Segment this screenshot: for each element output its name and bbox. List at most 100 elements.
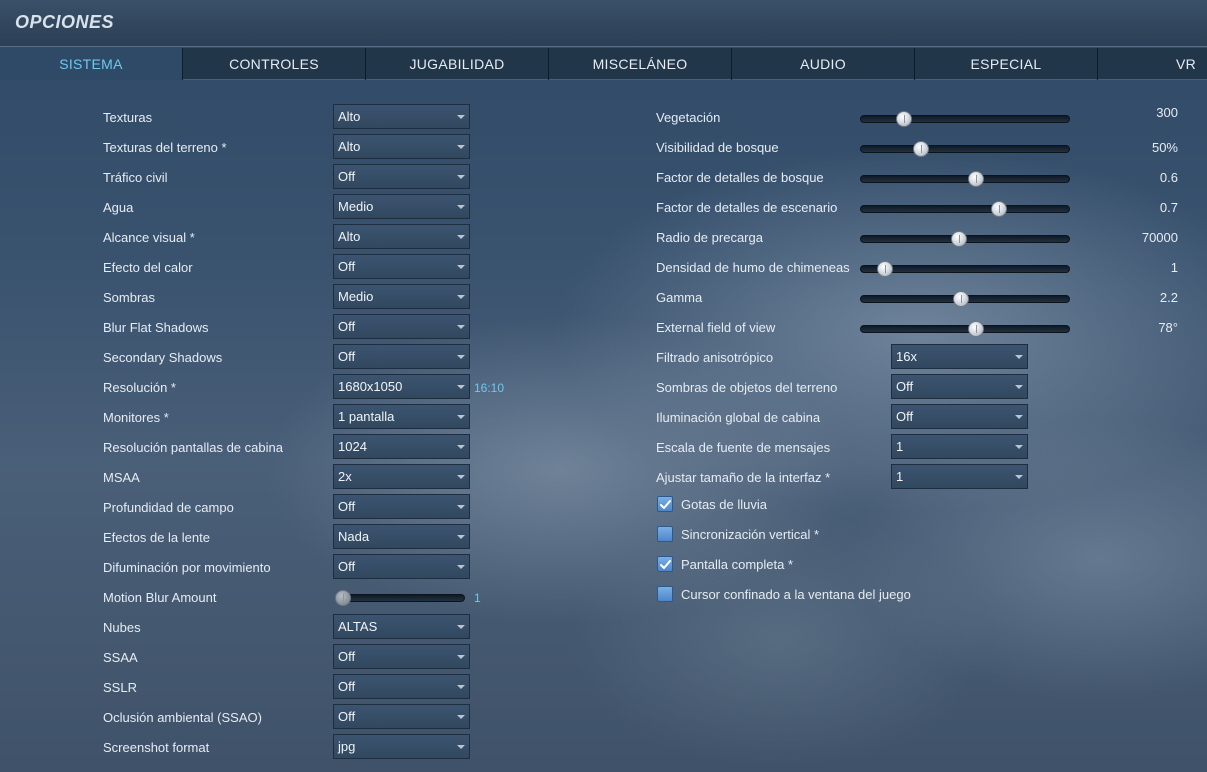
screenshot-format-select[interactable]: jpg (333, 734, 470, 759)
filtrado-anisotropico-select[interactable]: 16x (891, 344, 1028, 369)
tab-controles[interactable]: CONTROLES (183, 48, 366, 80)
slider-knob[interactable] (912, 141, 929, 157)
slider-knob[interactable] (896, 111, 913, 127)
escala-de-fuente-de-mensajes-select[interactable]: 1 (891, 434, 1028, 459)
select-value: Off (338, 169, 356, 184)
tab-especial[interactable]: ESPECIAL (915, 48, 1098, 80)
nubes-select[interactable]: ALTAS (333, 614, 470, 639)
ajustar-tamano-de-la-interfaz-select[interactable]: 1 (891, 464, 1028, 489)
label-ssaa: SSAA (103, 650, 138, 665)
efecto-del-calor-select[interactable]: Off (333, 254, 470, 279)
visibilidad-de-bosque-slider[interactable] (860, 141, 1070, 157)
sombras-select[interactable]: Medio (333, 284, 470, 309)
tab-bar: SISTEMA CONTROLES JUGABILIDAD MISCELÁNEO… (0, 48, 1207, 80)
alcance-visual-select[interactable]: Alto (333, 224, 470, 249)
chevron-down-icon (457, 205, 465, 209)
motion-blur-amount-slider[interactable] (335, 590, 465, 606)
chevron-down-icon (457, 535, 465, 539)
tab-audio[interactable]: AUDIO (732, 48, 915, 80)
tab-vr[interactable]: VR (1098, 48, 1207, 80)
chevron-down-icon (457, 175, 465, 179)
tab-jugabilidad[interactable]: JUGABILIDAD (366, 48, 549, 80)
agua-select[interactable]: Medio (333, 194, 470, 219)
select-value: Off (338, 349, 356, 364)
select-value: Alto (338, 139, 361, 154)
trafico-civil-select[interactable]: Off (333, 164, 470, 189)
sincronizacion-vertical-checkbox[interactable] (657, 526, 673, 542)
factor-de-detalles-de-escenario-value: 0.7 (1159, 200, 1178, 215)
chevron-down-icon (457, 475, 465, 479)
slider-knob[interactable] (950, 231, 967, 247)
radio-de-precarga-slider[interactable] (860, 231, 1070, 247)
chevron-down-icon (457, 235, 465, 239)
slider-track (860, 175, 1070, 183)
secondary-shadows-select[interactable]: Off (333, 344, 470, 369)
resolucion-pantallas-de-cabina-select[interactable]: 1024 (333, 434, 470, 459)
slider-knob[interactable] (335, 590, 351, 606)
factor-de-detalles-de-escenario-slider[interactable] (860, 201, 1070, 217)
tab-sistema[interactable]: SISTEMA (0, 48, 183, 80)
select-value: jpg (338, 739, 356, 754)
label-sombras: Sombras (103, 290, 156, 305)
texturas-select[interactable]: Alto (333, 104, 470, 129)
select-value: Off (338, 259, 356, 274)
slider-knob[interactable] (990, 201, 1007, 217)
factor-de-detalles-de-bosque-slider[interactable] (860, 171, 1070, 187)
monitores-select[interactable]: 1 pantalla (333, 404, 470, 429)
msaa-select[interactable]: 2x (333, 464, 470, 489)
iluminacion-global-de-cabina-select[interactable]: Off (891, 404, 1028, 429)
ssaa-select[interactable]: Off (333, 644, 470, 669)
gotas-de-lluvia-checkbox[interactable] (657, 496, 673, 512)
select-value: Nada (338, 529, 370, 544)
label-efecto-del-calor: Efecto del calor (103, 260, 193, 275)
chevron-down-icon (457, 745, 465, 749)
chevron-down-icon (457, 655, 465, 659)
label-profundidad-de-campo: Profundidad de campo (103, 500, 234, 515)
cursor-confinado-a-la-ventana-del-juego-checkbox[interactable] (657, 586, 673, 602)
label-factor-de-detalles-de-escenario: Factor de detalles de escenario (656, 200, 838, 215)
slider-knob[interactable] (967, 171, 984, 187)
label-cursor-confinado-a-la-ventana-del-juego: Cursor confinado a la ventana del juego (681, 587, 911, 602)
page-title: OPCIONES (15, 12, 115, 32)
sombras-de-objetos-del-terreno-select[interactable]: Off (891, 374, 1028, 399)
select-value: 1024 (338, 439, 367, 454)
blur-flat-shadows-select[interactable]: Off (333, 314, 470, 339)
select-value: Off (338, 649, 356, 664)
chevron-down-icon (1015, 415, 1023, 419)
select-value: ALTAS (338, 619, 378, 634)
sslr-select[interactable]: Off (333, 674, 470, 699)
slider-track (860, 145, 1070, 153)
label-texturas: Texturas (103, 110, 153, 125)
select-value: 1 (896, 469, 904, 484)
select-value: Off (896, 379, 914, 394)
label-resolucion: Resolución * (103, 380, 176, 395)
efectos-de-la-lente-select[interactable]: Nada (333, 524, 470, 549)
chevron-down-icon (457, 295, 465, 299)
gamma-value: 2.2 (1159, 290, 1178, 305)
external-field-of-view-slider[interactable] (860, 321, 1070, 337)
difuminacion-por-movimiento-select[interactable]: Off (333, 554, 470, 579)
label-texturas-del-terreno: Texturas del terreno * (103, 140, 227, 155)
tab-miscelaneo[interactable]: MISCELÁNEO (549, 48, 732, 80)
vegetacion-slider[interactable] (860, 111, 1070, 127)
oclusion-ambiental-ssao-select[interactable]: Off (333, 704, 470, 729)
check-icon (660, 500, 671, 509)
slider-knob[interactable] (967, 321, 984, 337)
pantalla-completa-checkbox[interactable] (657, 556, 673, 572)
select-value: Medio (338, 289, 374, 304)
label-vegetacion: Vegetación (656, 110, 721, 125)
chevron-down-icon (457, 385, 465, 389)
chevron-down-icon (457, 265, 465, 269)
slider-knob[interactable] (877, 261, 894, 277)
label-pantalla-completa: Pantalla completa * (681, 557, 794, 572)
chevron-down-icon (1015, 475, 1023, 479)
radio-de-precarga-value: 70000 (1141, 230, 1178, 245)
slider-knob[interactable] (952, 291, 969, 307)
gamma-slider[interactable] (860, 291, 1070, 307)
check-icon (660, 560, 671, 569)
texturas-del-terreno-select[interactable]: Alto (333, 134, 470, 159)
resolucion-select[interactable]: 1680x1050 (333, 374, 470, 399)
profundidad-de-campo-select[interactable]: Off (333, 494, 470, 519)
densidad-de-humo-de-chimeneas-slider[interactable] (860, 261, 1070, 277)
chevron-down-icon (457, 565, 465, 569)
